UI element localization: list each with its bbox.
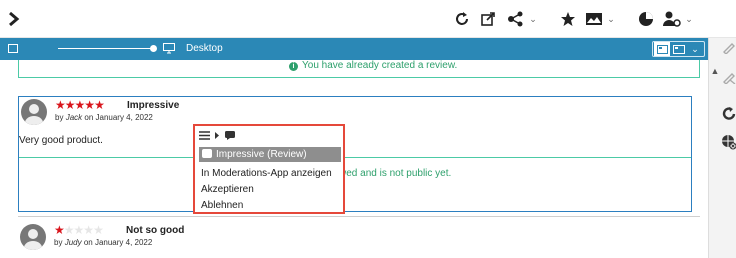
review-meta: by Jack on January 4, 2022 <box>55 113 153 122</box>
user-settings-icon[interactable] <box>662 9 682 29</box>
hamburger-icon[interactable] <box>199 130 210 140</box>
star-empty-icon: ★ <box>63 223 75 237</box>
star-empty-icon: ★ <box>93 223 104 237</box>
review-title: Impressive <box>127 100 180 111</box>
avatar <box>20 224 46 250</box>
review-card[interactable]: ★★★★★ Impressive by Jack on January 4, 2… <box>18 96 692 212</box>
review-notice: i You have already created a review. <box>18 60 700 78</box>
star-icon[interactable] <box>558 9 578 29</box>
chevron-right-icon[interactable] <box>214 131 220 140</box>
star-rating: ★★★★★ <box>54 223 104 237</box>
context-menu-toolbar <box>199 128 236 142</box>
review-by: by <box>54 238 63 247</box>
image-caret-icon[interactable]: ⌄ <box>606 12 616 26</box>
review-meta: by Judy on January 4, 2022 <box>54 238 152 247</box>
review-title: Not so good <box>126 225 185 236</box>
user-caret-icon[interactable]: ⌄ <box>684 12 694 26</box>
divider <box>18 216 700 217</box>
chat-icon[interactable] <box>224 130 236 141</box>
menu-item-accept[interactable]: Akzeptieren <box>199 182 341 197</box>
star-rating: ★★★★★ <box>55 98 105 112</box>
menu-item-show-in-moderation[interactable]: In Moderations-App anzeigen <box>199 166 341 181</box>
image-icon[interactable] <box>584 9 604 29</box>
pen-icon[interactable] <box>722 40 736 55</box>
avatar <box>21 99 47 125</box>
side-panel: ▲ <box>708 38 736 258</box>
share-caret-icon[interactable]: ⌄ <box>528 12 538 26</box>
device-preview-bar: Desktop ⌄ <box>0 38 708 60</box>
device-width-slider[interactable] <box>58 48 156 49</box>
page-content: i You have already created a review. ★★★★… <box>0 60 708 258</box>
review-by: by <box>55 113 64 122</box>
pen-disabled-icon[interactable] <box>722 70 736 85</box>
review-status-area: g reviewed and is not public yet. <box>19 157 691 187</box>
scroll-up-icon[interactable]: ▲ <box>709 66 721 76</box>
chevron-right-icon[interactable] <box>4 9 24 29</box>
review-date: on January 4, 2022 <box>84 113 153 122</box>
device-label: Desktop <box>186 43 223 54</box>
view-caret-icon[interactable]: ⌄ <box>688 44 702 55</box>
menu-item-review[interactable]: Impressive (Review) <box>199 147 341 162</box>
menu-item-reject[interactable]: Ablehnen <box>199 198 341 213</box>
monitor-icon <box>163 43 175 54</box>
star-icon: ★ <box>74 98 86 112</box>
star-icon: ★ <box>94 98 105 112</box>
context-menu: Impressive (Review) In Moderations-App a… <box>193 124 345 214</box>
menu-item-label: Impressive (Review) <box>216 149 307 160</box>
globe-off-icon[interactable] <box>721 134 736 150</box>
preview-view-icon[interactable] <box>670 42 688 56</box>
info-icon: i <box>289 62 298 71</box>
pie-chart-icon[interactable] <box>636 9 656 29</box>
slider-handle[interactable] <box>150 45 157 52</box>
notice-message: i You have already created a review. <box>289 60 457 71</box>
reload-icon[interactable] <box>452 9 472 29</box>
recycle-icon[interactable] <box>721 106 736 122</box>
star-icon: ★ <box>64 98 76 112</box>
edit-view-icon[interactable] <box>654 42 670 56</box>
review-author: Judy <box>64 238 82 247</box>
review-body: Very good product. <box>19 135 103 146</box>
star-icon: ★ <box>54 223 65 237</box>
top-toolbar: ⌄ ⌄ ⌄ <box>0 0 736 38</box>
notice-text: You have already created a review. <box>302 60 458 71</box>
share-icon[interactable] <box>506 9 526 29</box>
open-external-icon[interactable] <box>478 9 498 29</box>
panel-toggle-icon[interactable] <box>8 44 18 53</box>
chat-icon <box>202 149 212 158</box>
star-icon: ★ <box>84 98 95 112</box>
review-date: on January 4, 2022 <box>83 238 153 247</box>
star-icon: ★ <box>55 98 66 112</box>
star-empty-icon: ★ <box>73 223 85 237</box>
review-author: Jack <box>65 113 83 122</box>
view-switch[interactable]: ⌄ <box>652 41 705 57</box>
star-empty-icon: ★ <box>83 223 94 237</box>
